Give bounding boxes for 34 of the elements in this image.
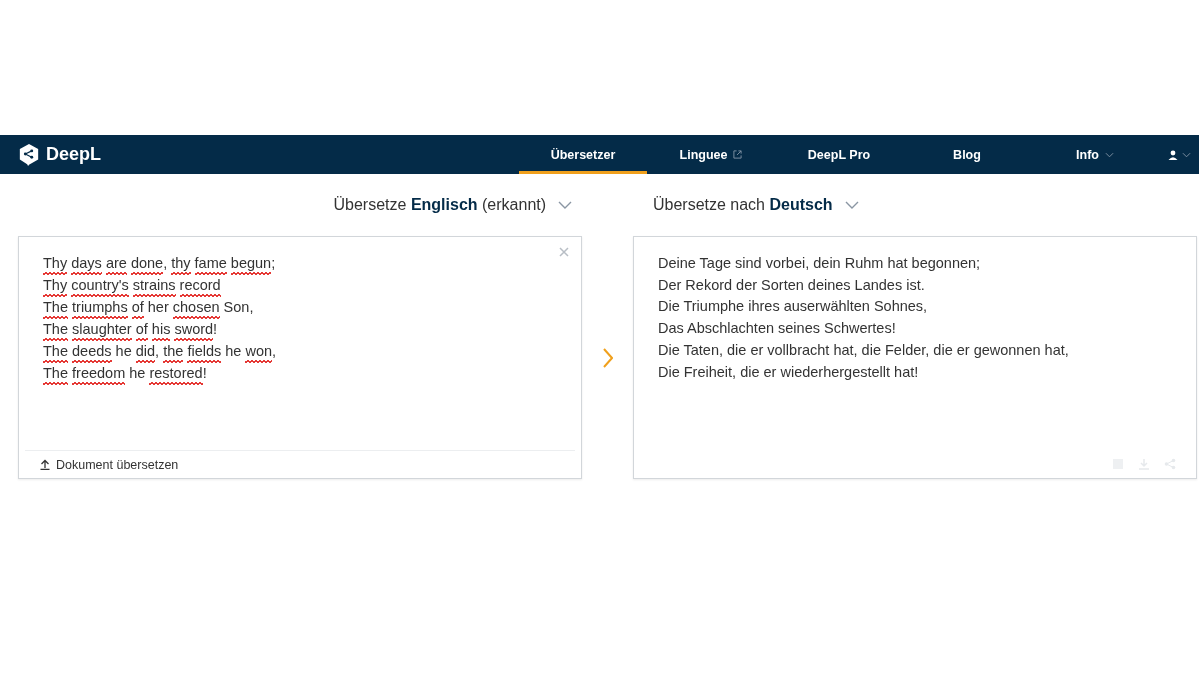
source-text-line: Thy days are done, thy fame begun; [43,253,276,275]
logo-text[interactable]: DeepL [46,144,101,165]
translation-text-line: Die Triumphe ihres auserwählten Sohnes, [657,297,928,317]
caret-icon [1181,151,1191,158]
user-icon [1167,149,1178,160]
download-icon[interactable] [1138,458,1150,470]
target-language-selector[interactable]: Übersetze nach Deutsch [652,196,859,214]
nav-link[interactable]: Blog [903,135,1031,174]
translation-text-line: Die Taten, die er vollbracht hat, die Felder, die er gewonnen hat, [657,340,1069,360]
nav-link[interactable]: DeepL Pro [775,135,903,174]
caret-icon [1104,151,1114,158]
nav-link[interactable]: Info [1031,135,1159,174]
upload-document-link[interactable]: Dokument übersetzen [40,457,179,472]
external-link-icon [733,150,743,159]
upload-icon [40,459,50,470]
source-text-line: The slaughter of his sword! [43,319,218,341]
nav-link[interactable]: Linguee [647,135,775,174]
logo-icon [18,142,40,167]
share-icon[interactable] [1164,458,1176,470]
translation-text-line: Das Abschlachten seines Schwertes! [657,319,896,339]
source-text-line: The freedom he restored! [43,363,207,385]
source-text-line: Thy country's strains record [43,275,221,297]
source-text-line: The triumphs of her chosen Son, [43,297,254,319]
translation-text-line: Die Freiheit, die er wiederhergestellt hat! [657,362,919,382]
translation-text-line: Der Rekord der Sorten deines Landes ist. [657,275,925,295]
source-text-line: The deeds he did, the fields he won, [43,341,277,363]
chevron-right-icon [602,347,613,368]
chevron-down-icon [844,201,859,209]
source-language-selector[interactable]: Übersetze Englisch (erkannt) [333,196,573,214]
close-icon[interactable] [559,247,570,257]
translation-text-line: Deine Tage sind vorbei, dein Ruhm hat begonnen; [657,254,981,273]
nav-link[interactable]: Übersetzer [519,135,647,174]
source-text-field[interactable] [18,236,583,479]
chevron-down-icon [558,201,573,209]
